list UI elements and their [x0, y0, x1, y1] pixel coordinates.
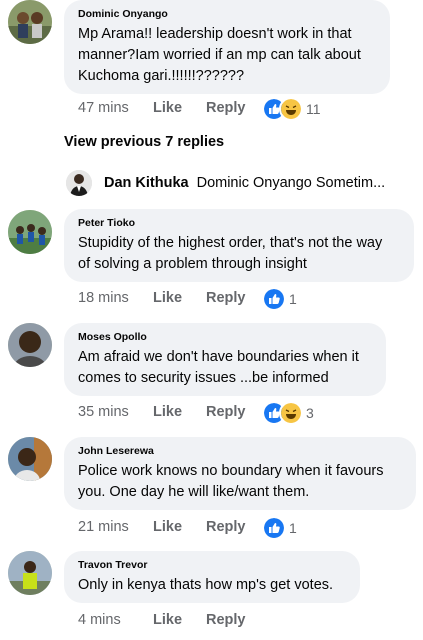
comment-author[interactable]: Travon Trevor — [78, 559, 346, 571]
comment-bubble: Dominic Onyango Mp Arama!! leadership do… — [64, 0, 390, 94]
comment-text-line: you. One day he will like/want them. — [78, 484, 310, 500]
comment-bubble: John Leserewa Police work knows no bound… — [64, 437, 416, 510]
comment-actions: 21 mins Like Reply — [78, 519, 246, 535]
comment-time[interactable]: 18 mins — [78, 290, 153, 306]
comment-bubble: Travon Trevor Only in kenya thats how mp… — [64, 551, 360, 603]
reaction-count: 11 — [306, 101, 321, 117]
comment-actions: 35 mins Like Reply — [78, 404, 246, 420]
reply-button[interactable]: Reply — [206, 100, 246, 116]
comment-text-line: of solving a problem through insight — [78, 256, 307, 272]
avatar[interactable] — [8, 323, 52, 367]
like-button[interactable]: Like — [153, 612, 206, 628]
avatar[interactable] — [8, 437, 52, 481]
avatar[interactable] — [8, 551, 52, 595]
reply-button[interactable]: Reply — [206, 404, 246, 420]
like-reaction-icon — [262, 287, 286, 311]
comment-text-line: Stupidity of the highest order, that's n… — [78, 235, 383, 251]
like-reaction-icon — [262, 516, 286, 540]
comment-author[interactable]: Moses Opollo — [78, 331, 372, 343]
comment-text-line: Only in kenya thats how mp's get votes. — [78, 577, 334, 593]
reactions-summary[interactable]: 3 — [262, 401, 314, 425]
like-button[interactable]: Like — [153, 519, 206, 535]
view-previous-replies[interactable]: View previous 7 replies — [64, 134, 224, 150]
comment-author[interactable]: Dominic Onyango — [78, 8, 376, 20]
comment-text: Mp Arama!! leadership doesn't work in th… — [78, 24, 376, 87]
reply-author[interactable]: Dan Kithuka — [104, 175, 189, 191]
comment-text: Am afraid we don't have boundaries when … — [78, 347, 372, 389]
reply-preview[interactable]: Dan Kithuka Dominic Onyango Sometim... — [66, 170, 385, 196]
reaction-count: 3 — [306, 405, 314, 421]
comment-text: Stupidity of the highest order, that's n… — [78, 233, 400, 275]
comment-text: Police work knows no boundary when it fa… — [78, 461, 402, 503]
reply-snippet: Dominic Onyango Sometim... — [196, 175, 386, 191]
comment-bubble: Moses Opollo Am afraid we don't have bou… — [64, 323, 386, 396]
avatar — [66, 170, 92, 196]
avatar[interactable] — [8, 0, 52, 44]
reaction-count: 1 — [289, 520, 297, 536]
comment-author[interactable]: Peter Tioko — [78, 217, 400, 229]
reactions-summary[interactable]: 1 — [262, 516, 297, 540]
avatar[interactable] — [8, 210, 52, 254]
like-button[interactable]: Like — [153, 100, 206, 116]
reply-button[interactable]: Reply — [206, 290, 246, 306]
comment-text: Only in kenya thats how mp's get votes. — [78, 575, 346, 596]
comment-text-line: Am afraid we don't have boundaries when … — [78, 349, 359, 365]
comment-actions: 47 mins Like Reply — [78, 100, 246, 116]
comment-actions: 4 mins Like Reply — [78, 612, 246, 628]
comment-bubble: Peter Tioko Stupidity of the highest ord… — [64, 209, 414, 282]
reactions-summary[interactable]: 11 — [262, 97, 321, 121]
comment-author[interactable]: John Leserewa — [78, 445, 402, 457]
comment-actions: 18 mins Like Reply — [78, 290, 246, 306]
haha-reaction-icon — [279, 97, 303, 121]
reaction-count: 1 — [289, 291, 297, 307]
comment-text-line: Mp Arama!! leadership doesn't work in th… — [78, 26, 352, 42]
reply-button[interactable]: Reply — [206, 519, 246, 535]
comment-text-line: manner?Iam worried if an mp can talk abo… — [78, 47, 361, 63]
like-button[interactable]: Like — [153, 290, 206, 306]
comment-time[interactable]: 35 mins — [78, 404, 153, 420]
reply-button[interactable]: Reply — [206, 612, 246, 628]
comment-time[interactable]: 21 mins — [78, 519, 153, 535]
comment-text-line: Police work knows no boundary when it fa… — [78, 463, 384, 479]
comment-text-line: comes to security issues ...be informed — [78, 370, 329, 386]
comment-time[interactable]: 47 mins — [78, 100, 153, 116]
comment-time[interactable]: 4 mins — [78, 612, 153, 628]
reactions-summary[interactable]: 1 — [262, 287, 297, 311]
haha-reaction-icon — [279, 401, 303, 425]
like-button[interactable]: Like — [153, 404, 206, 420]
comment-text-line: Kuchoma gari.!!!!!!?????? — [78, 68, 245, 84]
